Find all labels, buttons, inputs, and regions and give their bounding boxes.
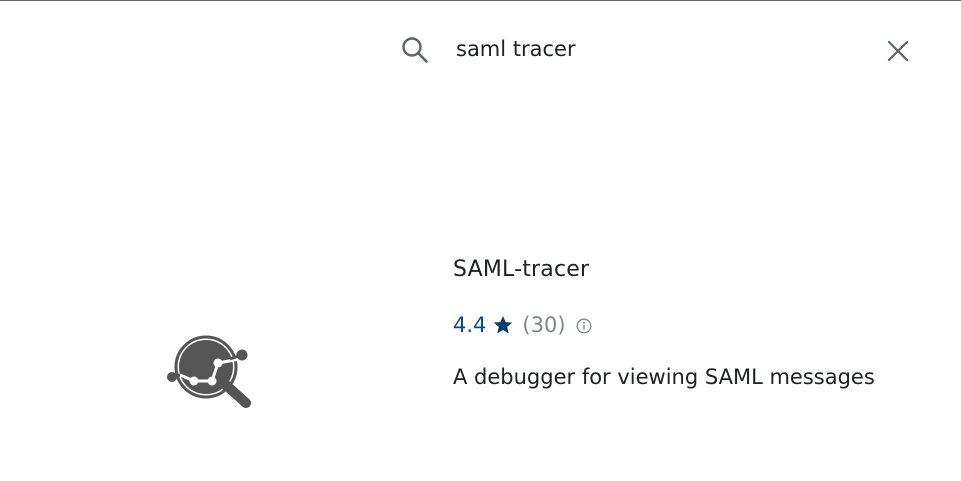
extension-logo bbox=[160, 331, 260, 411]
search-input[interactable] bbox=[456, 31, 856, 67]
extension-search-panel: SAML-tracer 4.4 (30) A debugger for view… bbox=[0, 0, 961, 481]
extension-title[interactable]: SAML-tracer bbox=[453, 257, 589, 282]
search-icon bbox=[400, 35, 430, 65]
rating-value: 4.4 bbox=[453, 313, 487, 337]
close-icon bbox=[882, 40, 914, 70]
search-bar bbox=[0, 1, 961, 97]
star-icon bbox=[492, 314, 514, 336]
rating-count: (30) bbox=[522, 313, 566, 337]
extension-description: A debugger for viewing SAML messages bbox=[453, 365, 875, 389]
clear-search-button[interactable] bbox=[882, 35, 914, 67]
rating-row: 4.4 (30) bbox=[453, 311, 592, 339]
info-icon[interactable] bbox=[576, 318, 592, 334]
search-result-item[interactable]: SAML-tracer 4.4 (30) A debugger for view… bbox=[0, 231, 961, 431]
